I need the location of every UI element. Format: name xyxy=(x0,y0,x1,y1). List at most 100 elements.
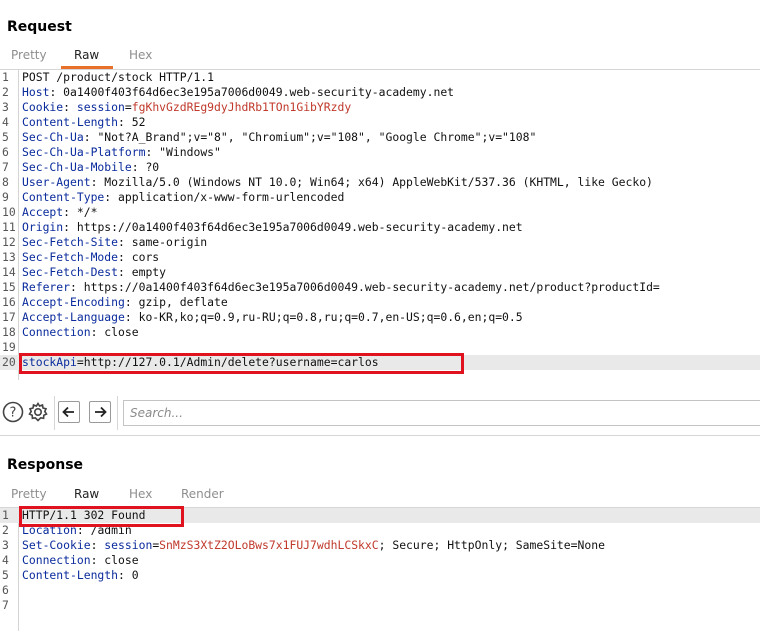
line-text: Host: 0a1400f403f64d6ec3e195a7006d0049.w… xyxy=(22,85,454,100)
token: Content-Length xyxy=(22,115,119,129)
code-line[interactable]: 12 Sec-Fetch-Site: same-origin xyxy=(0,235,760,250)
line-number: 4 xyxy=(2,553,9,567)
line-text: User-Agent: Mozilla/5.0 (Windows NT 10.0… xyxy=(22,175,653,190)
token: SnMzS3XtZ2OLoBws7x1FUJ7wdhLCSkxC xyxy=(159,538,379,552)
request-tab-pretty[interactable]: Pretty xyxy=(11,48,47,62)
response-tab-hex[interactable]: Hex xyxy=(129,487,152,501)
token: fgKhvGzdREg9dyJhdRb1TOn1GibYRzdy xyxy=(131,100,352,114)
token: : xyxy=(90,538,105,552)
toolbar-separator xyxy=(117,396,118,430)
code-line[interactable]: 4 Connection: close xyxy=(0,553,760,568)
token: : ko-KR,ko;q=0.9,ru-RU;q=0.8,ru;q=0.7,en… xyxy=(124,310,523,324)
status-line-highlight-box xyxy=(19,506,184,527)
token: : close xyxy=(90,553,139,567)
request-tab-raw[interactable]: Raw xyxy=(74,48,99,62)
line-text: Sec-Ch-Ua-Mobile: ?0 xyxy=(22,160,159,175)
line-text: Sec-Ch-Ua-Platform: "Windows" xyxy=(22,145,221,160)
token: : Mozilla/5.0 (Windows NT 10.0; Win64; x… xyxy=(90,175,653,189)
line-number: 19 xyxy=(2,340,16,354)
token: : https://0a1400f403f64d6ec3e195a7006d00… xyxy=(70,280,660,294)
line-text: Sec-Fetch-Mode: cors xyxy=(22,250,159,265)
code-line[interactable]: 6 xyxy=(0,583,760,598)
token: Sec-Ch-Ua xyxy=(22,130,84,144)
line-text: Accept-Encoding: gzip, deflate xyxy=(22,295,228,310)
response-tabs: Pretty Raw Hex Render xyxy=(0,485,760,507)
request-tab-hex[interactable]: Hex xyxy=(129,48,152,62)
line-number: 18 xyxy=(2,325,16,339)
line-text: Accept: */* xyxy=(22,205,97,220)
line-number: 14 xyxy=(2,265,16,279)
code-line[interactable]: 14 Sec-Fetch-Dest: empty xyxy=(0,265,760,280)
token: : empty xyxy=(118,265,167,279)
token: : cors xyxy=(118,250,160,264)
code-line[interactable]: 1 POST /product/stock HTTP/1.1 xyxy=(0,70,760,85)
line-text: Content-Length: 0 xyxy=(22,568,139,583)
code-line[interactable]: 9 Content-Type: application/x-www-form-ur… xyxy=(0,190,760,205)
token: Cookie xyxy=(22,100,64,114)
line-number: 3 xyxy=(2,538,9,552)
request-toolbar: ? Search... xyxy=(0,396,760,430)
token: Sec-Ch-Ua-Platform xyxy=(22,145,146,159)
token: Set-Cookie xyxy=(22,538,91,552)
code-line[interactable]: 11 Origin: https://0a1400f403f64d6ec3e195… xyxy=(0,220,760,235)
line-number: 17 xyxy=(2,310,16,324)
settings-icon[interactable] xyxy=(27,401,49,423)
token: : gzip, deflate xyxy=(124,295,228,309)
line-number: 3 xyxy=(2,100,9,114)
code-line[interactable]: 3 Cookie: session=fgKhvGzdREg9dyJhdRb1TOn… xyxy=(0,100,760,115)
line-number: 15 xyxy=(2,280,16,294)
line-number: 6 xyxy=(2,583,9,597)
line-text: Set-Cookie: session=SnMzS3XtZ2OLoBws7x1F… xyxy=(22,538,605,553)
pane-divider xyxy=(0,435,760,436)
line-text: Sec-Fetch-Site: same-origin xyxy=(22,235,207,250)
code-line[interactable]: 7 Sec-Ch-Ua-Mobile: ?0 xyxy=(0,160,760,175)
response-tab-render[interactable]: Render xyxy=(181,487,224,501)
line-text: Connection: close xyxy=(22,325,139,340)
token: Accept-Language xyxy=(22,310,125,324)
line-number: 16 xyxy=(2,295,16,309)
line-number: 2 xyxy=(2,523,9,537)
code-line[interactable]: 8 User-Agent: Mozilla/5.0 (Windows NT 10.… xyxy=(0,175,760,190)
response-tab-raw[interactable]: Raw xyxy=(74,487,99,501)
token: : 52 xyxy=(118,115,146,129)
help-icon[interactable]: ? xyxy=(2,401,24,423)
code-line[interactable]: 7 xyxy=(0,598,760,613)
code-line[interactable]: 10 Accept: */* xyxy=(0,205,760,220)
line-text: Sec-Ch-Ua: "Not?A_Brand";v="8", "Chromiu… xyxy=(22,130,536,145)
token: : xyxy=(63,100,77,114)
code-line[interactable]: 4 Content-Length: 52 xyxy=(0,115,760,130)
code-line[interactable]: 17 Accept-Language: ko-KR,ko;q=0.9,ru-RU;… xyxy=(0,310,760,325)
code-line[interactable]: 18 Connection: close xyxy=(0,325,760,340)
line-number: 1 xyxy=(2,508,9,522)
toolbar-separator xyxy=(54,396,55,430)
search-input[interactable]: Search... xyxy=(123,400,760,426)
back-arrow-icon[interactable] xyxy=(58,401,80,423)
token: User-Agent xyxy=(22,175,91,189)
code-line[interactable]: 5 Content-Length: 0 xyxy=(0,568,760,583)
code-line[interactable]: 5 Sec-Ch-Ua: "Not?A_Brand";v="8", "Chromi… xyxy=(0,130,760,145)
token: : 0 xyxy=(118,568,139,582)
line-text: Content-Length: 52 xyxy=(22,115,145,130)
line-text: Sec-Fetch-Dest: empty xyxy=(22,265,166,280)
line-number: 2 xyxy=(2,85,9,99)
token: = xyxy=(124,100,132,114)
token: : https://0a1400f403f64d6ec3e195a7006d00… xyxy=(63,220,523,234)
code-line[interactable]: 15 Referer: https://0a1400f403f64d6ec3e19… xyxy=(0,280,760,295)
forward-arrow-icon[interactable] xyxy=(89,401,111,423)
code-line[interactable]: 16 Accept-Encoding: gzip, deflate xyxy=(0,295,760,310)
line-number: 1 xyxy=(2,70,9,84)
code-line[interactable]: 2 Host: 0a1400f403f64d6ec3e195a7006d0049.… xyxy=(0,85,760,100)
code-line[interactable]: 6 Sec-Ch-Ua-Platform: "Windows" xyxy=(0,145,760,160)
token: Origin xyxy=(22,220,64,234)
token: session xyxy=(76,100,125,114)
line-number: 12 xyxy=(2,235,16,249)
code-line[interactable]: 3 Set-Cookie: session=SnMzS3XtZ2OLoBws7x1… xyxy=(0,538,760,553)
token: POST /product/stock HTTP/1.1 xyxy=(22,70,215,84)
request-editor[interactable]: 1 POST /product/stock HTTP/1.1 2 Host: 0a14… xyxy=(0,70,760,380)
token: Sec-Fetch-Dest xyxy=(22,265,119,279)
token: Sec-Fetch-Mode xyxy=(22,250,119,264)
code-line[interactable]: 13 Sec-Fetch-Mode: cors xyxy=(0,250,760,265)
line-number: 7 xyxy=(2,598,9,612)
response-tab-pretty[interactable]: Pretty xyxy=(11,487,47,501)
token: Accept xyxy=(22,205,64,219)
